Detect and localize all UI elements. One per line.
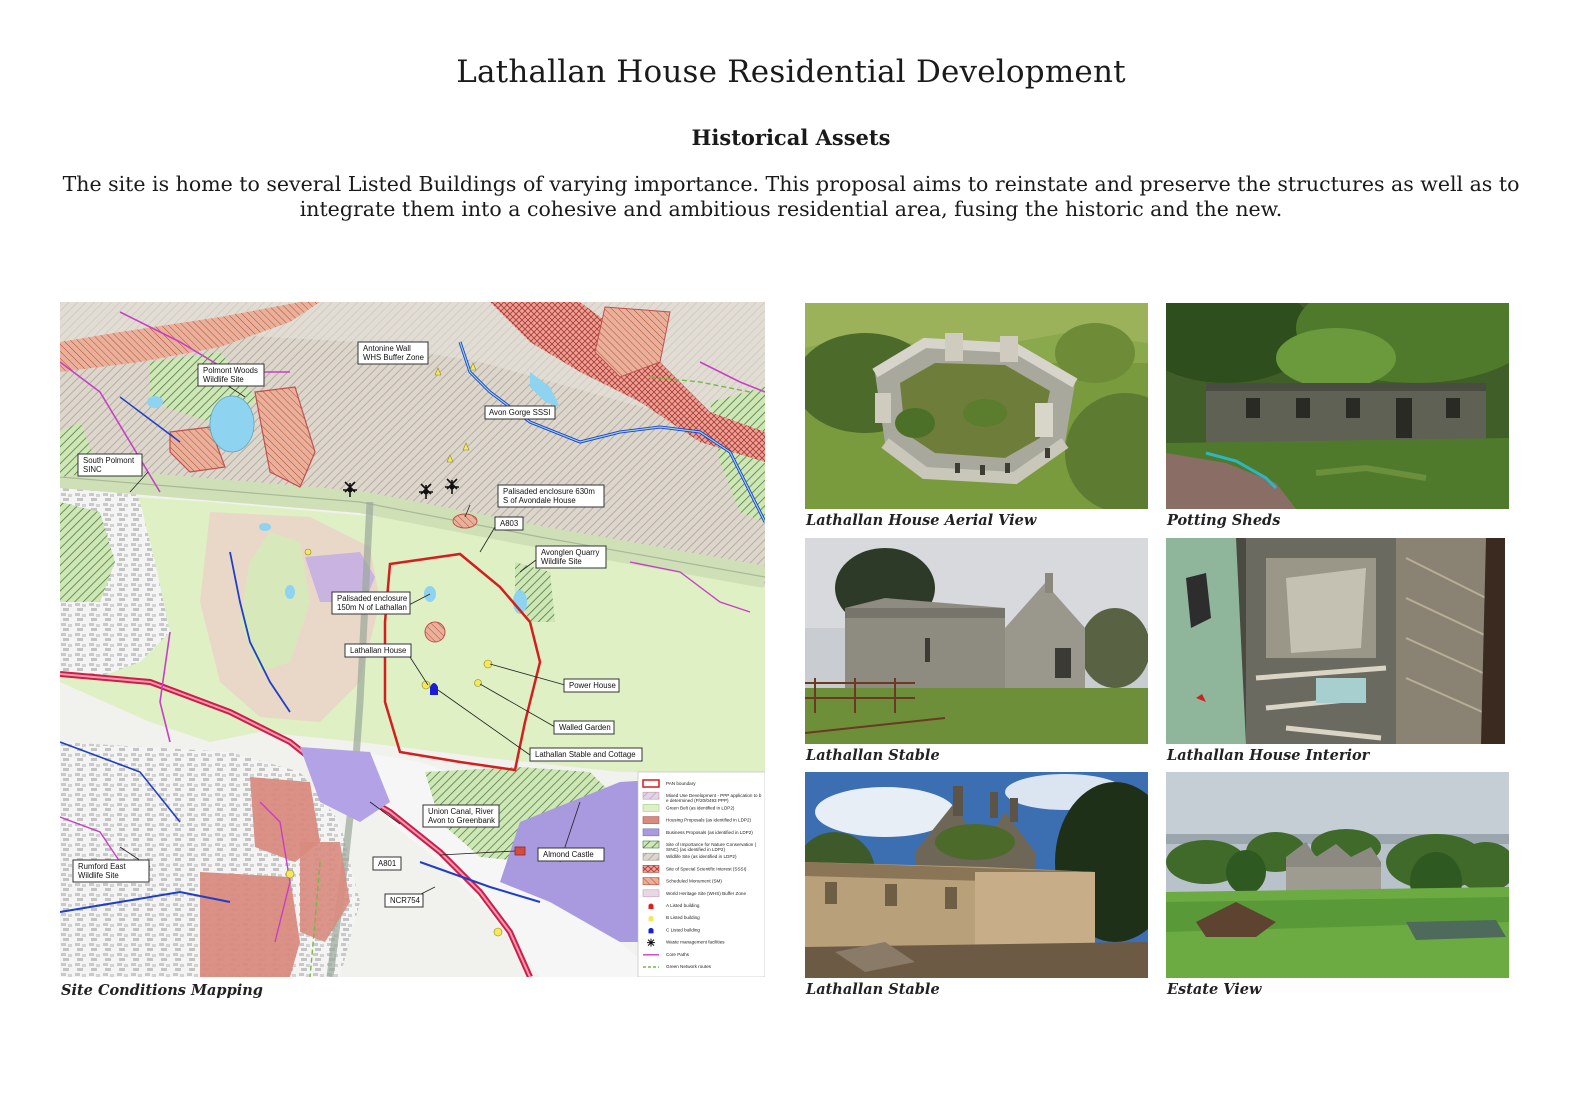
legend-item: Site of Special Scientific Interest (SSS… [642,865,747,873]
map-legend: PAN boundaryMixed Use Development - PPP … [637,771,765,977]
legend-swatch [642,852,660,861]
legend-swatch [648,915,654,922]
map-label-avon-gorge: Avon Gorge SSSI [484,405,556,420]
svg-text:Palisaded enclosure: Palisaded enclosure [337,594,407,603]
svg-text:Walled Garden: Walled Garden [559,723,611,732]
legend-label: B Listed building [666,915,700,920]
map-label-rumford: Rumford East Wildlife Site [72,859,150,883]
photo-caption-interior: Lathallan House Interior [1167,747,1370,764]
map-label-antonine-wall: Antonine Wall WHS Buffer Zone [357,341,429,365]
legend-label: Site of Special Scientific Interest (SSS… [666,866,747,871]
page-title: Lathallan House Residential Development [456,54,1126,90]
svg-text:SINC: SINC [83,465,102,474]
legend-item: Wildlife Site (as identified in LDP2) [642,852,737,861]
map-caption: Site Conditions Mapping [61,982,263,999]
map-label-lathallan-house: Lathallan House [344,643,412,658]
legend-label: C Listed building [666,927,700,932]
svg-text:NCR754: NCR754 [390,896,421,905]
map-label-walled-garden: Walled Garden [553,720,615,735]
legend-label: Waste management facilities [666,940,725,945]
map-label-stable-cottage: Lathallan Stable and Cottage [529,747,643,762]
legend-swatch [642,828,660,837]
photo-potting-sheds [1166,303,1509,509]
legend-swatch [642,889,660,898]
photo-caption-aerial: Lathallan House Aerial View [806,512,1037,529]
legend-label: Business Proposals (as identified in LDP… [666,830,753,835]
svg-text:Antonine Wall: Antonine Wall [363,344,411,353]
intro-paragraph: The site is home to several Listed Build… [62,172,1520,221]
legend-label: PAN boundary [666,781,696,786]
site-conditions-map: Polmont Woods Wildlife Site Antonine Wal… [60,302,765,977]
legend-swatch [647,938,655,947]
photo-caption-potting: Potting Sheds [1167,512,1281,529]
svg-text:Lathallan Stable and Cottage: Lathallan Stable and Cottage [535,750,636,759]
svg-text:A803: A803 [500,519,518,528]
photo-estate-view [1166,772,1509,978]
legend-item: Green Belt (as identified in LDP2) [642,804,735,812]
svg-text:WHS Buffer Zone: WHS Buffer Zone [363,353,424,362]
svg-text:Avon to Greenbank: Avon to Greenbank [428,816,495,825]
svg-text:South Polmont: South Polmont [83,456,135,465]
map-label-avonglen: Avonglen Quarry Wildlife Site [535,545,607,569]
legend-swatch [642,804,660,812]
legend-item: World Heritage Site (WHS) Buffer Zone [642,889,746,898]
photo-caption-stable-1: Lathallan Stable [806,747,940,764]
map-label-union-canal: Union Canal, River Avon to Greenbank [422,804,500,828]
svg-text:Lathallan House: Lathallan House [350,646,406,655]
legend-label: A Listed building [666,903,700,908]
photo-stable-ruin [805,772,1148,978]
svg-text:Avonglen Quarry: Avonglen Quarry [541,548,599,557]
map-label-polmont-woods: Polmont Woods Wildlife Site [197,363,265,387]
photo-caption-estate: Estate View [1167,981,1262,998]
svg-text:S of Avondale House: S of Avondale House [503,496,576,505]
map-label-ncr754: NCR754 [384,893,424,908]
map-label-almond-castle: Almond Castle [537,847,605,862]
svg-text:Palisaded enclosure 630m: Palisaded enclosure 630m [503,487,595,496]
photo-aerial-view [805,303,1148,509]
photo-caption-stable-2: Lathallan Stable [806,981,940,998]
legend-label: Housing Proposals (as identified in LDP2… [666,818,751,823]
svg-text:Union Canal, River: Union Canal, River [428,807,494,816]
map-label-a803: A803 [494,516,524,531]
map-label-palisaded-630: Palisaded enclosure 630m S of Avondale H… [497,484,605,508]
legend-swatch [648,903,654,909]
legend-swatch [642,840,660,849]
legend-label: Wildlife Site (as identified in LDP2) [666,854,737,859]
legend-label: Core Paths [666,952,690,957]
svg-text:Power House: Power House [569,681,616,690]
legend-label: Scheduled Monument (SM) [666,879,722,884]
map-label-south-polmont: South Polmont SINC [77,453,143,477]
section-heading: Historical Assets [691,125,891,150]
map-label-power-house: Power House [563,678,620,693]
legend-label: Green Belt (as identified in LDP2) [666,805,735,810]
photo-stable-exterior [805,538,1148,744]
svg-text:Wildlife Site: Wildlife Site [78,871,119,880]
legend-label: Green Network routes [666,964,712,969]
photo-house-interior [1166,538,1505,744]
svg-text:A801: A801 [378,859,396,868]
legend-swatch [642,816,660,824]
svg-text:150m N of Lathallan: 150m N of Lathallan [337,603,407,612]
map-label-palisaded-150: Palisaded enclosure 150m N of Lathallan [331,591,411,615]
legend-swatch [648,927,654,934]
legend-swatch [642,877,660,885]
svg-text:Rumford East: Rumford East [78,862,126,871]
legend-swatch [642,791,660,800]
legend-item: Housing Proposals (as identified in LDP2… [642,816,751,824]
legend-item: Scheduled Monument (SM) [642,877,722,885]
legend-swatch [642,865,660,873]
svg-text:Avon Gorge SSSI: Avon Gorge SSSI [489,408,550,417]
svg-text:Wildlife Site: Wildlife Site [203,375,244,384]
svg-text:Wildlife Site: Wildlife Site [541,557,582,566]
legend-label: World Heritage Site (WHS) Buffer Zone [666,891,746,896]
svg-text:Almond Castle: Almond Castle [543,850,594,859]
svg-text:Polmont Woods: Polmont Woods [203,366,258,375]
map-label-a801: A801 [372,856,402,871]
